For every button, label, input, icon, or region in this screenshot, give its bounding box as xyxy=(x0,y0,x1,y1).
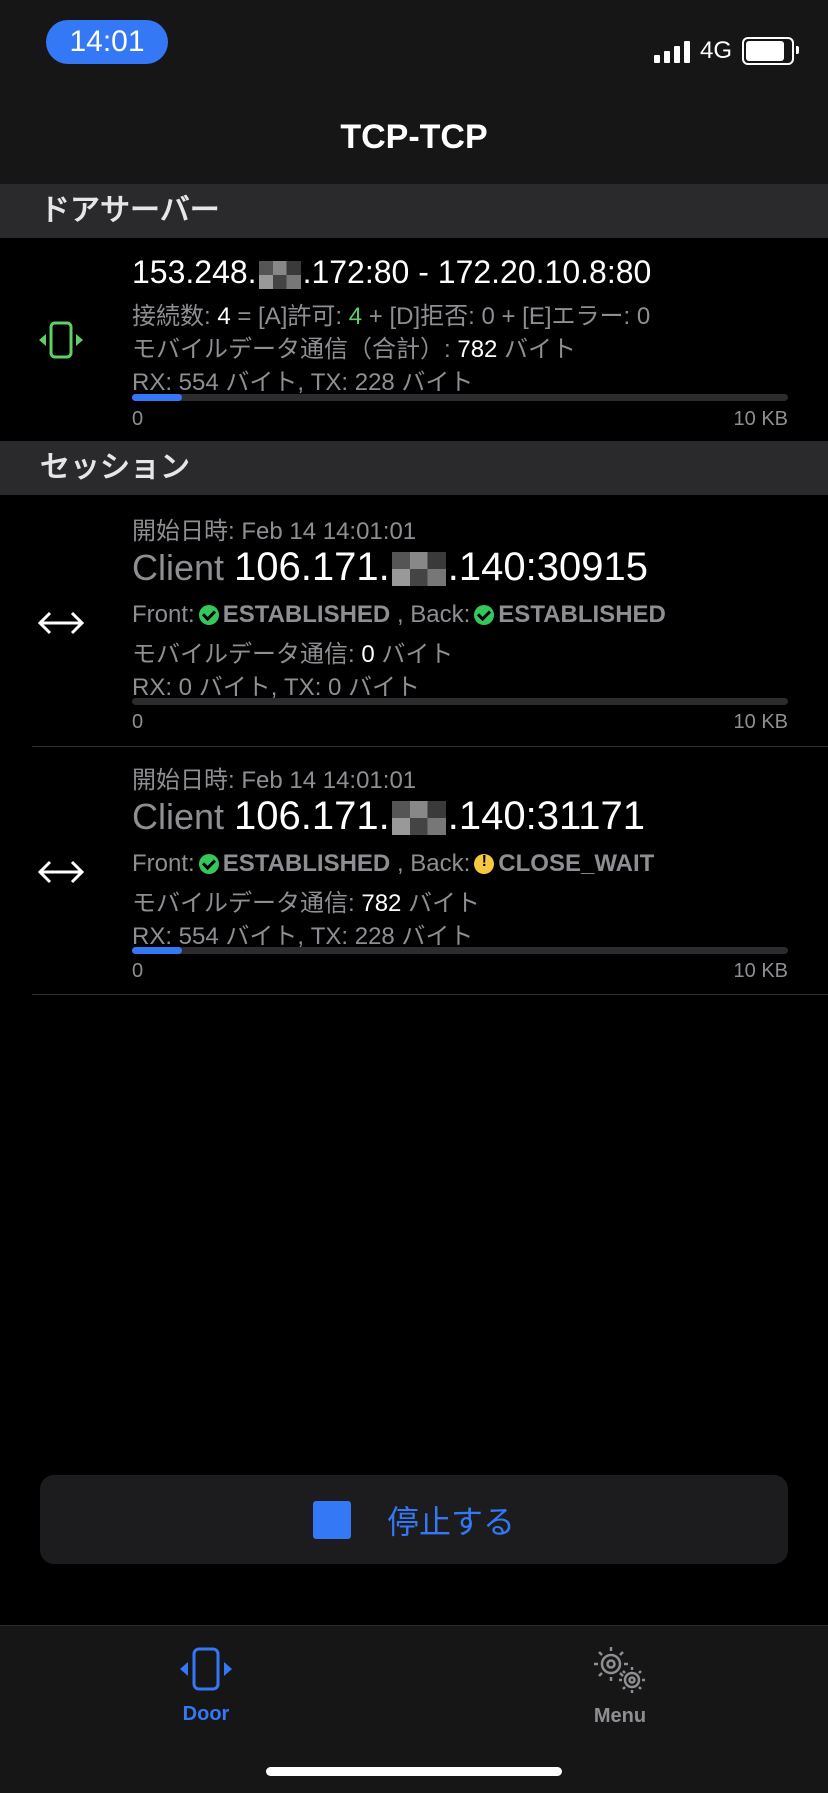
bar-max-label: 10 KB xyxy=(733,408,788,430)
stop-button-label: 停止する xyxy=(386,1503,515,1540)
redacted-block xyxy=(258,260,301,289)
data-usage-bar xyxy=(132,394,788,401)
check-icon xyxy=(198,854,219,874)
connection-counts: 接続数: 4 = [A]許可: 4 + [D]拒否: 0 + [E]エラー: 0 xyxy=(132,303,651,330)
page-title: TCP-TCP xyxy=(340,118,488,156)
tab-menu-label: Menu xyxy=(593,1705,647,1727)
redacted-block xyxy=(391,801,446,836)
data-usage-fill xyxy=(132,947,182,954)
redacted-block xyxy=(391,552,446,587)
bar-min-label: 0 xyxy=(132,960,144,982)
network-type: 4G xyxy=(699,37,732,64)
data-usage-bar xyxy=(132,947,788,954)
client-address: Client 106.171. .140:30915 xyxy=(132,545,648,589)
connection-states: Front:ESTABLISHED , Back:CLOSE_WAIT xyxy=(132,850,654,878)
tab-door-label: Door xyxy=(182,1703,230,1725)
bar-min-label: 0 xyxy=(132,711,144,733)
tab-door[interactable]: Door xyxy=(136,1646,276,1726)
bar-max-label: 10 KB xyxy=(733,960,788,982)
door-address: 153.248. .172:80 - 172.20.10.8:80 xyxy=(132,254,652,290)
status-indicators: 4G xyxy=(653,36,799,66)
rx-tx-line: RX: 554 バイト, TX: 228 バイト xyxy=(132,923,474,950)
home-indicator xyxy=(266,1767,562,1776)
session-row[interactable]: 開始日時: Feb 14 14:01:01 Client 106.171. .14… xyxy=(0,746,828,994)
stop-button[interactable]: 停止する xyxy=(40,1475,788,1564)
mobile-data-total: モバイルデータ通信（合計）: 782 バイト xyxy=(132,336,577,363)
session-start-time: 開始日時: Feb 14 14:01:01 xyxy=(132,767,417,794)
bidirectional-arrow-icon xyxy=(36,852,86,897)
client-address: Client 106.171. .140:31171 xyxy=(132,794,645,838)
check-icon xyxy=(474,605,495,625)
check-icon xyxy=(198,605,219,625)
door-icon xyxy=(136,1646,276,1697)
mobile-data: モバイルデータ通信: 782 バイト xyxy=(132,890,481,917)
rx-tx-line: RX: 554 バイト, TX: 228 バイト xyxy=(132,369,474,396)
session-row[interactable]: 開始日時: Feb 14 14:01:01 Client 106.171. .14… xyxy=(0,497,828,745)
warning-icon xyxy=(474,853,495,874)
gears-icon xyxy=(550,1646,690,1699)
tab-menu[interactable]: Menu xyxy=(550,1646,690,1728)
session-section-header: セッション xyxy=(0,441,828,495)
data-usage-fill xyxy=(132,394,182,401)
status-bar: 14:01 4G xyxy=(0,0,828,90)
door-icon xyxy=(36,320,86,365)
signal-icon xyxy=(653,39,690,63)
status-time[interactable]: 14:01 xyxy=(46,20,168,64)
bar-min-label: 0 xyxy=(132,408,144,430)
door-section-header: ドアサーバー xyxy=(0,184,828,238)
rx-tx-line: RX: 0 バイト, TX: 0 バイト xyxy=(132,674,421,701)
bar-max-label: 10 KB xyxy=(733,711,788,733)
battery-icon xyxy=(742,37,799,65)
door-server-row[interactable]: 153.248. .172:80 - 172.20.10.8:80 接続数: 4 … xyxy=(0,238,828,440)
stop-icon xyxy=(312,1500,351,1539)
connection-states: Front: ESTABLISHED , Back: ESTABLISHED xyxy=(132,601,666,628)
row-divider xyxy=(32,994,828,995)
nav-bar: TCP-TCP xyxy=(0,90,828,185)
bidirectional-arrow-icon xyxy=(36,603,86,648)
data-usage-bar xyxy=(132,698,788,705)
session-start-time: 開始日時: Feb 14 14:01:01 xyxy=(132,518,417,545)
mobile-data: モバイルデータ通信: 0 バイト xyxy=(132,641,454,668)
